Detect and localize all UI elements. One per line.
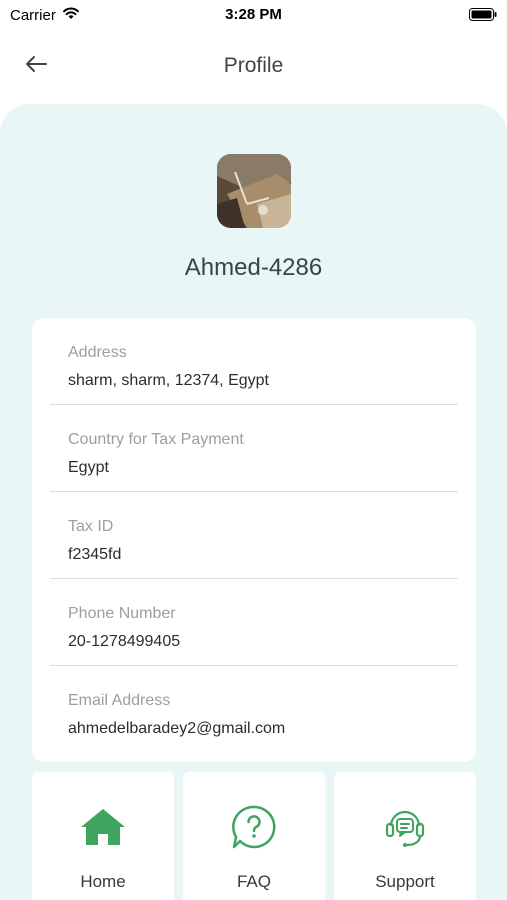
tab-home[interactable]: Home bbox=[32, 772, 174, 900]
battery-icon bbox=[469, 8, 497, 26]
status-bar: Carrier 3:28 PM bbox=[0, 0, 507, 28]
tax-country-row: Country for Tax Payment Egypt bbox=[50, 405, 458, 492]
tax-id-label: Tax ID bbox=[68, 518, 114, 535]
tab-support-label: Support bbox=[375, 872, 435, 891]
user-name: Ahmed-4286 bbox=[184, 254, 323, 281]
address-row: Address sharm, sharm, 12374, Egypt bbox=[50, 318, 458, 405]
email-value: ahmedelbaradey2@gmail.com bbox=[68, 720, 286, 737]
address-value: sharm, sharm, 12374, Egypt bbox=[68, 372, 269, 389]
avatar[interactable] bbox=[217, 154, 291, 228]
tab-home-label: Home bbox=[80, 872, 126, 891]
phone-label: Phone Number bbox=[68, 605, 176, 622]
tax-id-value: f2345fd bbox=[68, 546, 122, 563]
nav-bar: Profile bbox=[0, 40, 507, 92]
profile-info-card: Address sharm, sharm, 12374, Egypt Count… bbox=[32, 318, 476, 762]
email-label: Email Address bbox=[68, 692, 171, 709]
phone-value: 20-1278499405 bbox=[68, 633, 181, 650]
tax-country-label: Country for Tax Payment bbox=[68, 431, 244, 448]
tax-country-value: Egypt bbox=[68, 459, 109, 476]
phone-row: Phone Number 20-1278499405 bbox=[50, 579, 458, 666]
tab-faq-label: FAQ bbox=[236, 872, 271, 891]
tab-support[interactable]: Support bbox=[334, 772, 476, 900]
home-icon bbox=[80, 807, 126, 852]
page-title: Profile bbox=[223, 54, 284, 77]
email-row: Email Address ahmedelbaradey2@gmail.com bbox=[50, 666, 458, 753]
tab-faq[interactable]: FAQ bbox=[183, 772, 325, 900]
tax-id-row: Tax ID f2345fd bbox=[50, 492, 458, 579]
status-time: 3:28 PM bbox=[225, 6, 282, 23]
question-bubble-icon bbox=[231, 804, 277, 855]
headset-icon bbox=[382, 804, 428, 855]
address-label: Address bbox=[68, 344, 127, 361]
